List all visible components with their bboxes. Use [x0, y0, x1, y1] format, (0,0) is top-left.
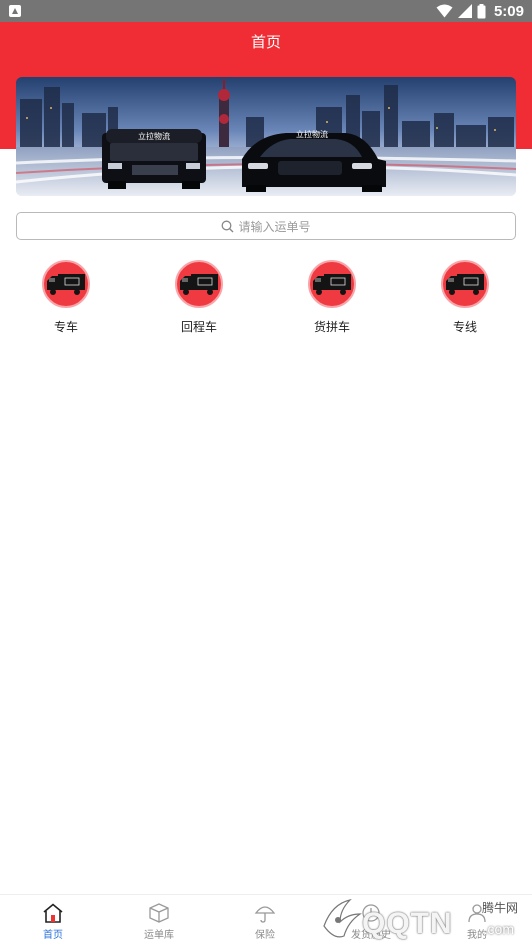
watermark-site-name: 腾牛网 [481, 901, 518, 915]
category-label: 专线 [452, 320, 477, 334]
watermark-suffix: .com [483, 921, 514, 937]
page-title: 首页 [250, 33, 281, 51]
nav-label: 保险 [255, 930, 275, 941]
category-dedicated-line[interactable]: 专线 [420, 260, 510, 335]
nav-item-home[interactable]: 首页 [13, 903, 93, 941]
box-icon [149, 903, 169, 923]
category-shared-cargo[interactable]: 货拼车 [287, 260, 377, 335]
signal-icon [457, 4, 472, 18]
truck-icon [175, 260, 223, 308]
search-placeholder: 请输入运单号 [238, 219, 311, 234]
category-label: 回程车 [180, 320, 217, 334]
watermark-brand: QQTN [362, 907, 453, 940]
category-return-car[interactable]: 回程车 [154, 260, 244, 335]
truck-icon [441, 260, 489, 308]
category-grid: 专车 回程车 货拼车 专线 [0, 260, 532, 340]
status-indicators: 5:09 [436, 2, 524, 20]
umbrella-icon [254, 906, 276, 923]
app-notification-icon [9, 5, 21, 17]
status-bar: 5:09 [0, 0, 532, 22]
promo-banner[interactable]: 立拉物流 立拉物流 [16, 77, 516, 196]
home-icon [43, 903, 63, 923]
category-label: 货拼车 [313, 320, 350, 334]
truck-sign: 立拉物流 [138, 131, 170, 141]
nav-label: 首页 [43, 930, 63, 941]
nav-item-waybills[interactable]: 运单库 [119, 903, 199, 941]
truck-icon [42, 260, 90, 308]
nav-label: 运单库 [144, 930, 174, 941]
nav-item-insurance[interactable]: 保险 [225, 903, 305, 941]
search-icon [222, 220, 234, 232]
truck-icon [308, 260, 356, 308]
clock: 5:09 [493, 2, 524, 20]
category-dedicated-car[interactable]: 专车 [21, 260, 111, 335]
banner-image: 立拉物流 立拉物流 [16, 77, 516, 196]
category-label: 专车 [53, 320, 78, 334]
watermark: QQTN 腾牛网 .com [318, 895, 528, 943]
waybill-search-input[interactable]: 请输入运单号 [16, 212, 516, 240]
wifi-icon [436, 4, 453, 18]
battery-icon [477, 3, 486, 18]
watermark-logo-icon [323, 898, 362, 938]
car-sign: 立拉物流 [296, 129, 328, 139]
